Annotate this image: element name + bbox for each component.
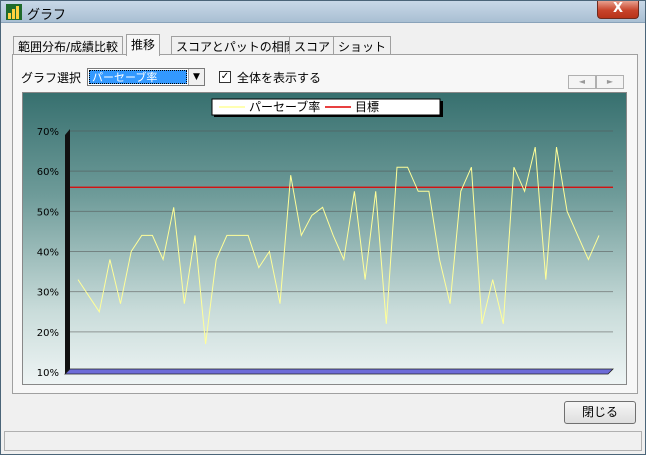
y-tick-label: 60% (37, 167, 59, 178)
chevron-down-icon[interactable]: ▼ (188, 69, 204, 85)
y-axis-wall (65, 129, 70, 374)
title-bar[interactable]: グラフ X (1, 1, 645, 23)
y-tick-label: 40% (37, 248, 59, 259)
x-axis-floor (64, 368, 614, 375)
series-group (77, 146, 600, 344)
scroll-right-button[interactable]: ► (596, 75, 624, 89)
graph-select-dropdown[interactable]: パーセーブ率 ▼ (87, 68, 205, 86)
tab-shot[interactable]: ショット (333, 36, 392, 55)
show-all-label: 全体を表示する (237, 71, 322, 85)
legend-target-label: 目標 (355, 100, 379, 114)
y-axis-ticks: 70% 60% 50% 40% 30% 20% 10% (37, 127, 59, 379)
tab-trend[interactable]: 推移 (126, 34, 161, 56)
show-all-checkbox[interactable]: ✓ (219, 71, 231, 83)
tab-score-putt-correlation[interactable]: スコアとパットの相関 (171, 36, 301, 55)
y-tick-label: 50% (37, 207, 59, 218)
y-tick-label: 10% (37, 368, 59, 379)
scroll-left-button[interactable]: ◄ (568, 75, 596, 89)
y-tick-label: 30% (37, 288, 59, 299)
y-tick-label: 20% (37, 328, 59, 339)
window-close-button[interactable]: X (597, 1, 639, 19)
y-tick-label: 70% (37, 127, 59, 138)
graph-select-label: グラフ選択 (21, 71, 82, 85)
chart-legend: パーセーブ率 目標 (211, 98, 443, 117)
tab-range-distribution[interactable]: 範囲分布/成績比較 (13, 36, 124, 55)
series-line (77, 146, 600, 344)
tab-score[interactable]: スコア (289, 36, 336, 55)
graph-window: グラフ X 範囲分布/成績比較 推移 スコアとパットの相関 スコア ショット グ… (0, 0, 646, 455)
close-button[interactable]: 閉じる (564, 401, 636, 424)
app-chart-icon (6, 4, 22, 20)
graph-select-value: パーセーブ率 (89, 70, 187, 84)
chart-area: パーセーブ率 目標 70% 60% 50% 40% 30% 20% 10% (22, 92, 627, 385)
window-title: グラフ (27, 8, 67, 23)
trend-chart: パーセーブ率 目標 70% 60% 50% 40% 30% 20% 10% (37, 98, 614, 379)
status-bar (4, 431, 642, 451)
legend-series-label: パーセーブ率 (249, 99, 320, 114)
